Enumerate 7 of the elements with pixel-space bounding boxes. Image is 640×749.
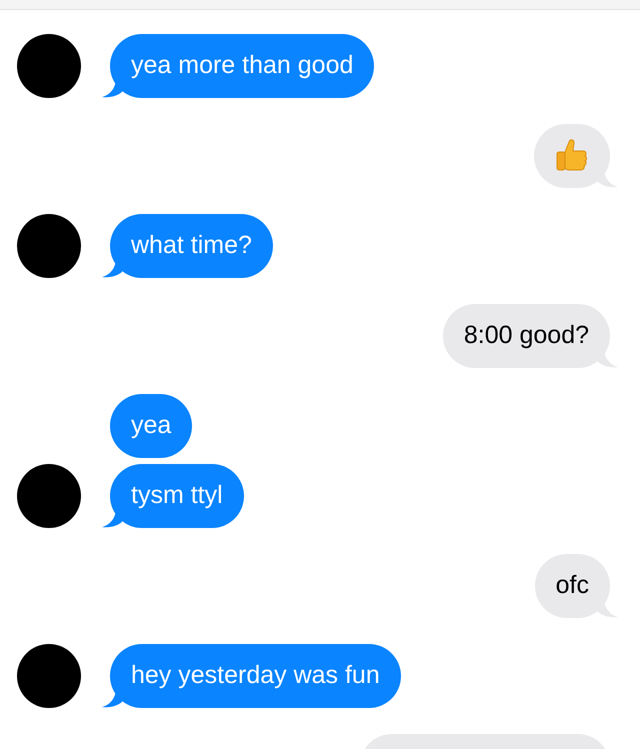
message-bubble: yea xyxy=(110,394,192,458)
message-bubble: tysm ttyl xyxy=(110,464,244,528)
message-bubble: yea more than good xyxy=(110,34,374,98)
message-bubble: hey yesterday was fun xyxy=(110,644,401,708)
message-bubble: ofc xyxy=(534,554,610,618)
message-bubble: 8:00 good? xyxy=(442,304,610,368)
message-bubble: what time? xyxy=(110,214,273,278)
